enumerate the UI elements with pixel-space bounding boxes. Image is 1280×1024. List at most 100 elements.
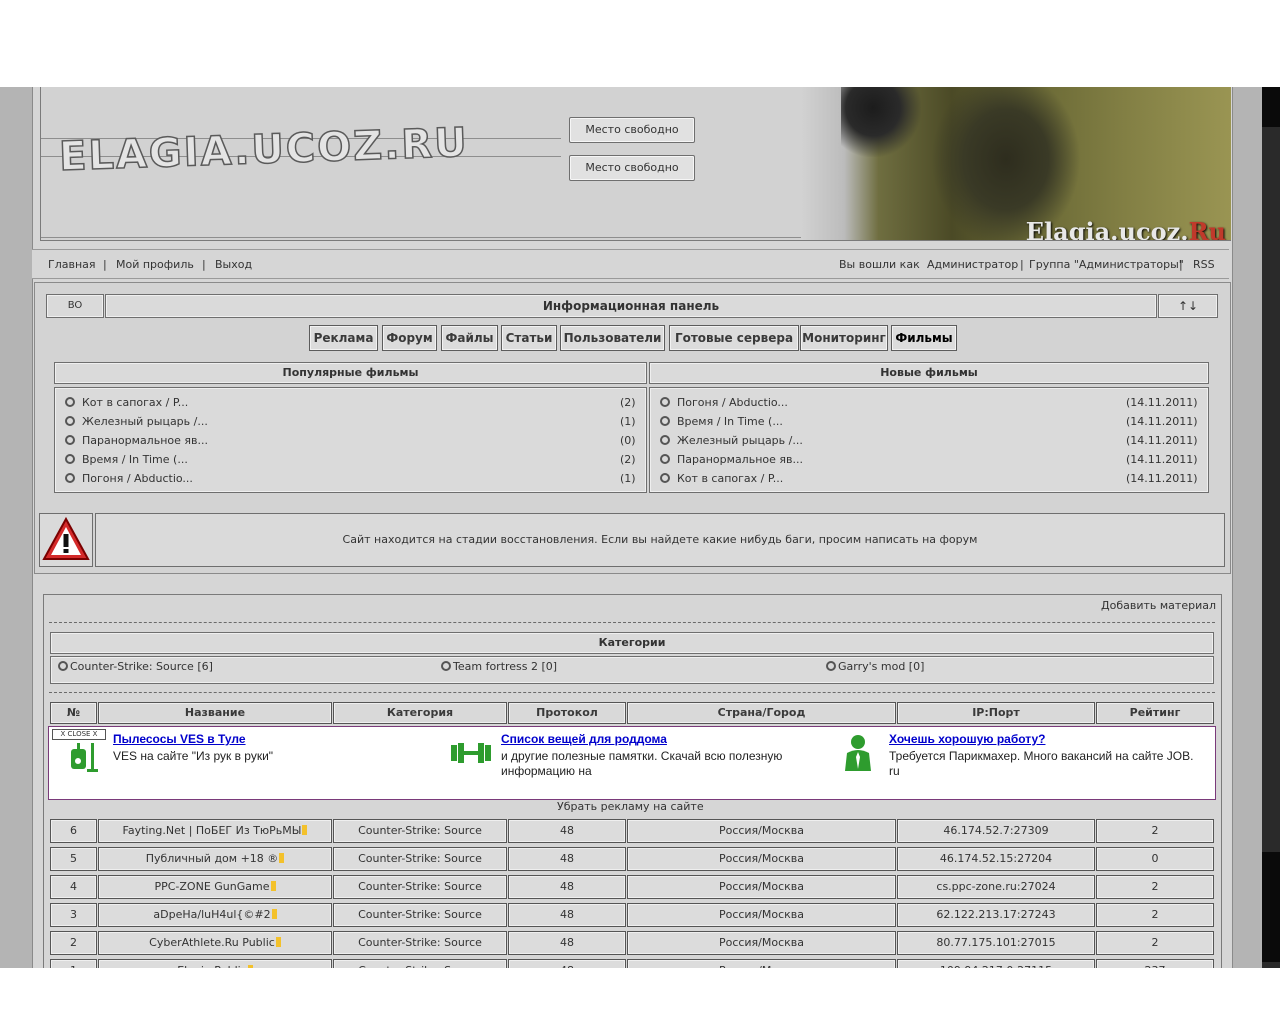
cell-ip-port[interactable]: 46.174.52.15:27204 [897,847,1095,871]
list-item[interactable]: Кот в сапогах / P... [660,472,783,485]
header-ad-slot-2[interactable]: Место свободно [569,155,695,181]
site-logo[interactable]: ELAGIA.UCOZ.RU [58,119,471,181]
bullet-icon [660,435,670,445]
ad-text: Требуется Парикмахер. Много вакансий на … [889,749,1194,778]
site-notice: Сайт находится на стадии восстановления.… [95,513,1225,567]
nav-separator: | [103,258,107,271]
column-header-rating[interactable]: Рейтинг [1096,702,1214,724]
tab-ready-servers[interactable]: Готовые сервера [669,325,799,351]
list-item[interactable]: Погоня / Abductio... [660,396,788,409]
new-films-title: Новые фильмы [649,362,1209,384]
category-link[interactable]: Team fortress 2 [0] [441,660,557,673]
tab-ads[interactable]: Реклама [309,325,378,351]
tab-films[interactable]: Фильмы [891,325,957,351]
top-navigation-bar: Главная | Мой профиль | Выход Вы вошли к… [32,249,1229,279]
cell-location: Россия/Москва [627,875,896,899]
bullet-icon [65,473,75,483]
info-panel-toggle-button[interactable]: ↑↓ [1158,294,1218,318]
cell-number: 2 [50,931,97,955]
cell-ip-port[interactable]: cs.ppc-zone.ru:27024 [897,875,1095,899]
server-flag-icon [270,881,276,891]
below-viewport-area [0,968,1280,1024]
vacuum-icon [71,743,98,772]
categories-box [50,656,1214,684]
cell-protocol: 48 [508,819,626,843]
cell-location: Россия/Москва [627,819,896,843]
server-flag-icon [302,825,308,835]
column-header-protocol[interactable]: Протокол [508,702,626,724]
nav-separator: | [1020,258,1024,271]
bullet-icon [660,473,670,483]
cell-number: 4 [50,875,97,899]
warning-icon [42,516,90,560]
cell-category: Counter-Strike: Source [333,903,507,927]
right-background-strip [1262,87,1280,968]
list-item[interactable]: Паранормальное яв... [660,453,803,466]
bullet-icon [660,416,670,426]
category-link[interactable]: Garry's mod [0] [826,660,924,673]
ad-link-job[interactable]: Хочешь хорошую работу? [889,732,1045,746]
server-flag-icon [271,909,277,919]
cell-server-name[interactable]: CyberAthlete.Ru Public [98,931,332,955]
list-item[interactable]: Паранормальное яв... [65,434,208,447]
cell-server-name[interactable]: PPC-ZONE GunGame [98,875,332,899]
ad-block: X CLOSE X Пылесосы VES в Туле VES на сай… [48,726,1216,800]
cell-rating: 2 [1096,819,1214,843]
tab-files[interactable]: Файлы [441,325,498,351]
view-count: (2) [620,396,636,409]
cell-rating: 0 [1096,847,1214,871]
bullet-icon [65,435,75,445]
category-link[interactable]: Counter-Strike: Source [6] [58,660,213,673]
column-header-number[interactable]: № [50,702,97,724]
list-item[interactable]: Железный рыцарь /... [660,434,803,447]
nav-logout-link[interactable]: Выход [215,258,252,271]
list-item[interactable]: Кот в сапогах / P... [65,396,188,409]
logged-in-label: Вы вошли как [839,258,920,271]
nav-profile-link[interactable]: Мой профиль [116,258,194,271]
column-header-category[interactable]: Категория [333,702,507,724]
cell-server-name[interactable]: Fayting.Net | ПоБЕГ Из ТюРьМЫ [98,819,332,843]
site-header: ELAGIA.UCOZ.RU Место свободно Место своб… [40,87,1231,241]
tab-forum[interactable]: Форум [382,325,437,351]
cell-protocol: 48 [508,931,626,955]
popular-films-title: Популярные фильмы [54,362,647,384]
ad-link-vacuums[interactable]: Пылесосы VES в Туле [113,732,246,746]
categories-title: Категории [50,632,1214,654]
add-material-link[interactable]: Добавить материал [1101,599,1216,612]
cell-number: 3 [50,903,97,927]
tab-articles[interactable]: Статьи [501,325,557,351]
info-panel-title: Информационная панель [105,294,1157,318]
info-panel-left-button[interactable]: BO [46,294,104,318]
bullet-icon [826,661,836,671]
bullet-icon [660,454,670,464]
bullet-icon [65,416,75,426]
nav-home-link[interactable]: Главная [48,258,96,271]
cell-ip-port[interactable]: 80.77.175.101:27015 [897,931,1095,955]
cell-location: Россия/Москва [627,931,896,955]
cell-rating: 2 [1096,903,1214,927]
column-header-ip[interactable]: IP:Порт [897,702,1095,724]
rss-link[interactable]: RSS [1193,258,1215,271]
ad-link-maternity[interactable]: Список вещей для роддома [501,732,667,746]
list-item[interactable]: Железный рыцарь /... [65,415,208,428]
cell-ip-port[interactable]: 46.174.52.7:27309 [897,819,1095,843]
tab-users[interactable]: Пользователи [560,325,665,351]
nav-separator: | [202,258,206,271]
tab-monitoring[interactable]: Мониторинг [800,325,888,351]
cell-server-name[interactable]: Публичный дом +18 ® [98,847,332,871]
header-ad-slot-1[interactable]: Место свободно [569,117,695,143]
cell-server-name[interactable]: aDpeHa/luH4ul{©#2 [98,903,332,927]
column-header-name[interactable]: Название [98,702,332,724]
column-header-location[interactable]: Страна/Город [627,702,896,724]
user-name-link[interactable]: Администратор [927,258,1018,271]
list-item[interactable]: Время / In Time (... [660,415,783,428]
remove-ads-link[interactable]: Убрать рекламу на сайте [557,800,704,813]
cell-ip-port[interactable]: 62.122.213.17:27243 [897,903,1095,927]
cell-category: Counter-Strike: Source [333,819,507,843]
ad-text: VES на сайте "Из рук в руки" [113,749,274,763]
list-item[interactable]: Время / In Time (... [65,453,188,466]
nav-separator: | [1179,258,1183,271]
bullet-icon [660,397,670,407]
list-item[interactable]: Погоня / Abductio... [65,472,193,485]
view-count: (2) [620,453,636,466]
